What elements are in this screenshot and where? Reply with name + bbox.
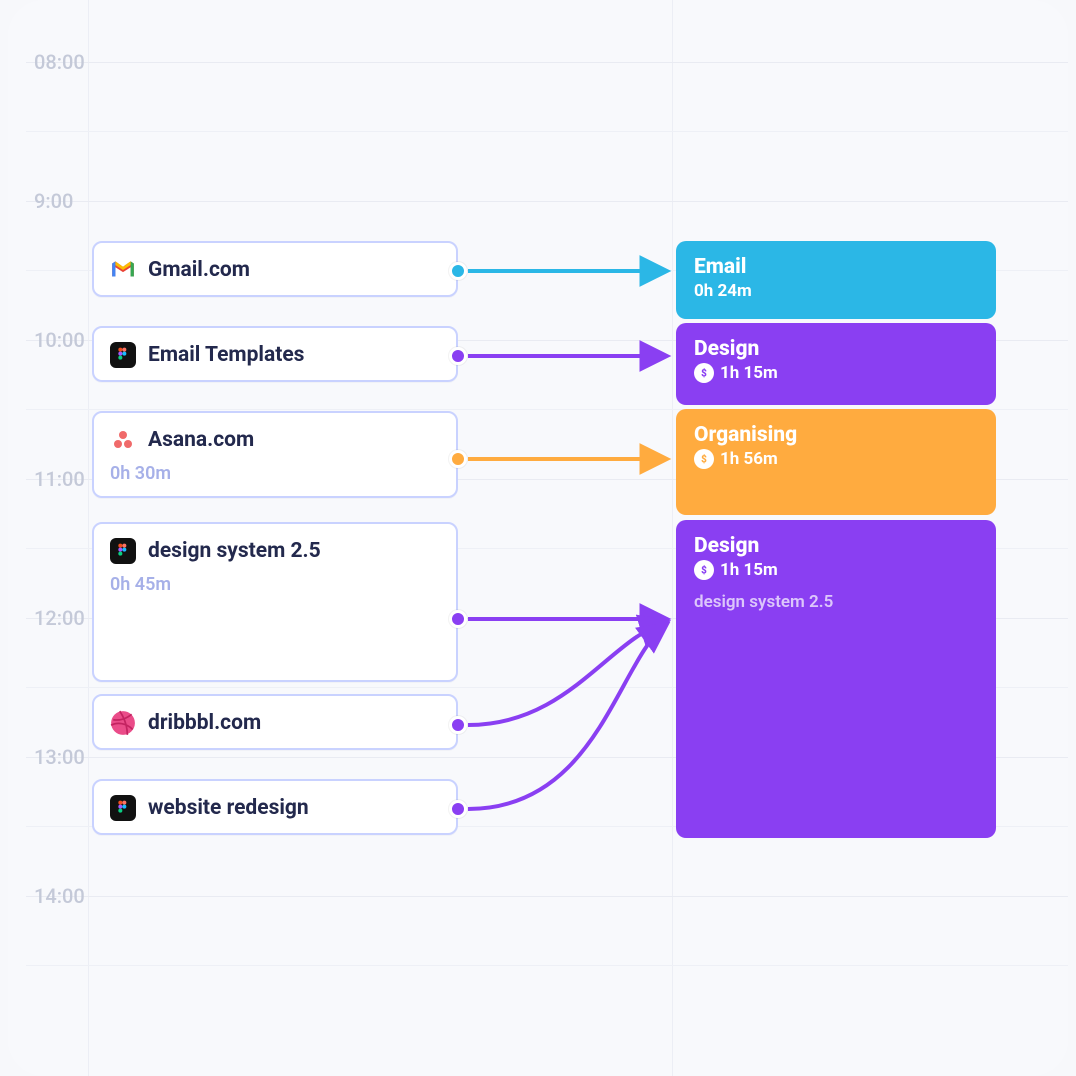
category-block-design-large[interactable]: Design $ 1h 15m design system 2.5 <box>676 520 996 838</box>
activity-card-gmail[interactable]: Gmail.com <box>92 241 458 297</box>
activity-card-design-system[interactable]: design system 2.5 0h 45m <box>92 522 458 682</box>
activity-title: dribbbl.com <box>148 711 261 735</box>
activity-card-templates[interactable]: Email Templates <box>92 326 458 382</box>
activity-title: Gmail.com <box>148 258 250 282</box>
category-title: Design <box>694 534 978 558</box>
category-duration: 1h 56m <box>720 449 778 469</box>
activity-card-asana[interactable]: Asana.com 0h 30m <box>92 411 458 498</box>
connector-dot[interactable] <box>449 800 467 818</box>
figma-icon <box>110 795 136 821</box>
activity-title: Email Templates <box>148 343 304 367</box>
figma-icon <box>110 538 136 564</box>
activity-duration: 0h 45m <box>110 574 440 595</box>
activity-title: design system 2.5 <box>148 539 321 563</box>
category-duration: 1h 15m <box>720 560 778 580</box>
svg-text:$: $ <box>701 455 707 466</box>
figma-icon <box>110 342 136 368</box>
time-label: 12:00 <box>34 606 85 630</box>
time-label: 13:00 <box>34 745 85 769</box>
category-block-organising[interactable]: Organising $ 1h 56m <box>676 409 996 515</box>
svg-text:$: $ <box>701 369 707 380</box>
activity-card-website-redesign[interactable]: website redesign <box>92 779 458 835</box>
activity-duration: 0h 30m <box>110 463 440 484</box>
category-title: Design <box>694 337 978 361</box>
dribbble-icon <box>110 710 136 736</box>
category-duration: 0h 24m <box>694 281 752 301</box>
time-label: 9:00 <box>34 189 73 213</box>
billable-icon: $ <box>694 560 714 580</box>
activity-title: Asana.com <box>148 428 254 452</box>
asana-icon <box>110 427 136 453</box>
category-note: design system 2.5 <box>694 592 978 612</box>
billable-icon: $ <box>694 363 714 383</box>
time-label: 10:00 <box>34 328 85 352</box>
category-duration: 1h 15m <box>720 363 778 383</box>
activity-card-dribbble[interactable]: dribbbl.com <box>92 694 458 750</box>
connector-dot[interactable] <box>449 716 467 734</box>
billable-icon: $ <box>694 449 714 469</box>
svg-text:$: $ <box>701 566 707 577</box>
connector-dot[interactable] <box>449 610 467 628</box>
time-label: 08:00 <box>34 50 85 74</box>
time-label: 11:00 <box>34 467 85 491</box>
category-block-email[interactable]: Email 0h 24m <box>676 241 996 319</box>
connector-dot[interactable] <box>449 262 467 280</box>
connector-dot[interactable] <box>449 450 467 468</box>
category-block-design[interactable]: Design $ 1h 15m <box>676 323 996 405</box>
gmail-icon <box>110 257 136 283</box>
calendar-frame: 08:00 9:00 10:00 11:00 12:00 13:00 14:00… <box>8 0 1068 1076</box>
category-title: Organising <box>694 423 978 447</box>
category-title: Email <box>694 255 978 279</box>
activity-title: website redesign <box>148 796 309 820</box>
time-label: 14:00 <box>34 884 85 908</box>
connector-dot[interactable] <box>449 347 467 365</box>
